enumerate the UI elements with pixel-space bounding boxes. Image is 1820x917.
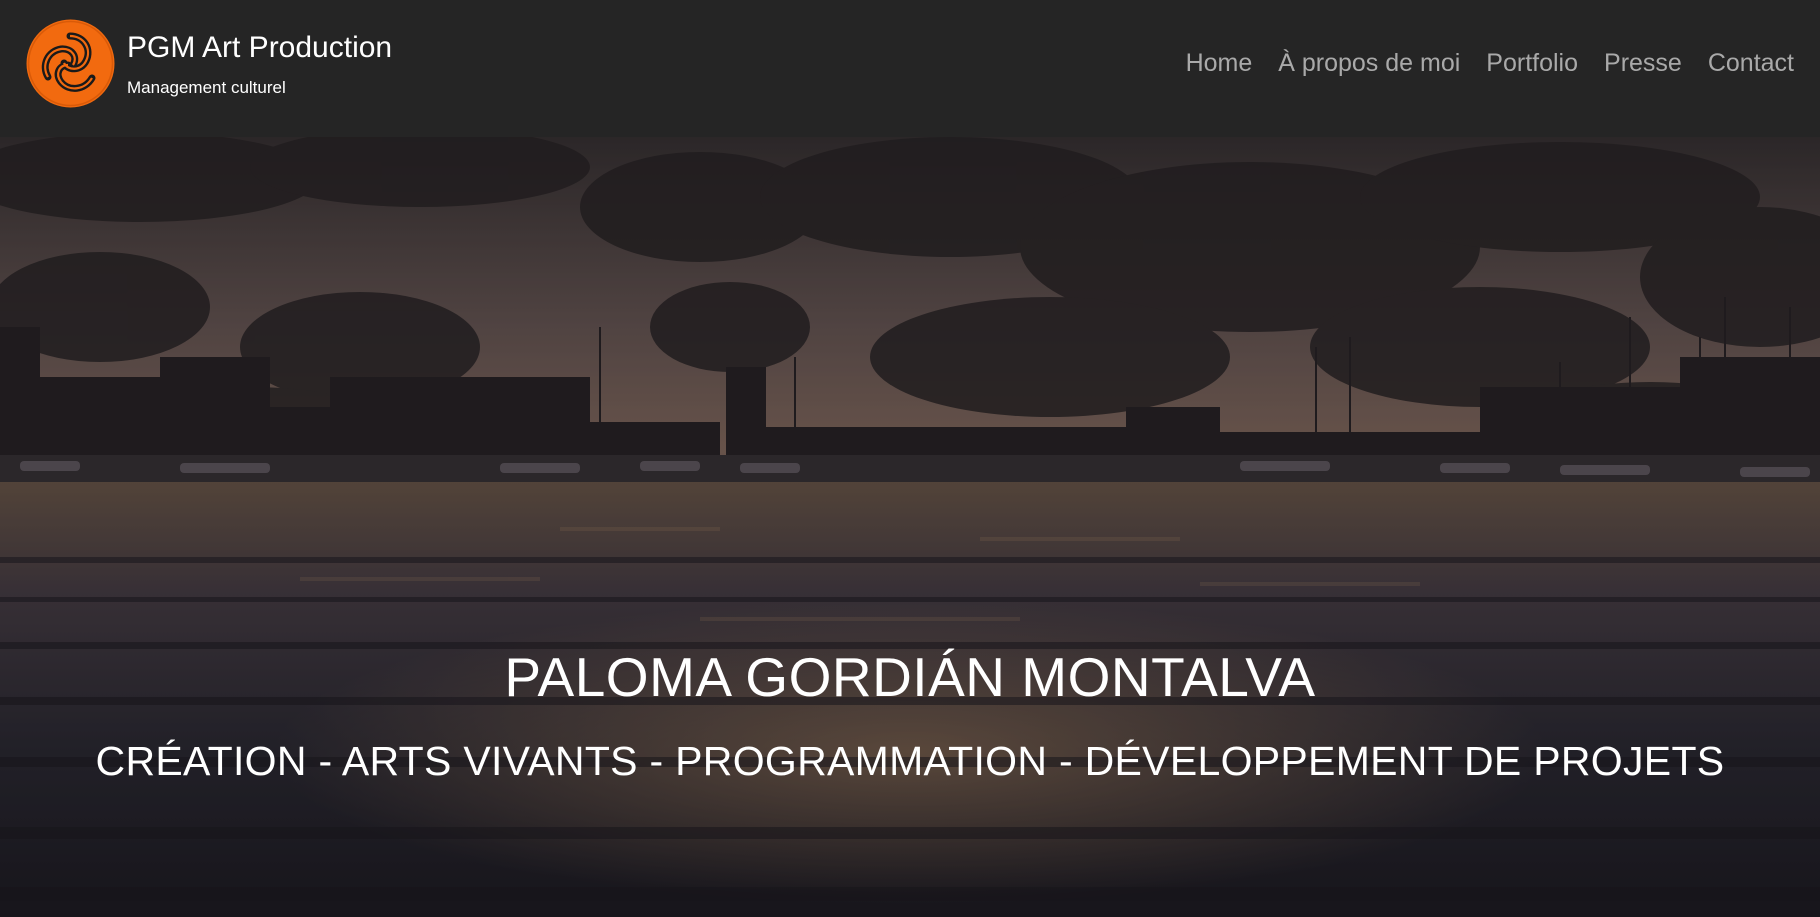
nav-item-press[interactable]: Presse (1604, 45, 1682, 81)
site-header: PGM Art Production Management culturel H… (0, 0, 1820, 137)
nav-item-about[interactable]: À propos de moi (1278, 45, 1460, 81)
nav-item-home[interactable]: Home (1186, 45, 1253, 81)
hero-subtitle: CRÉATION - ARTS VIVANTS - PROGRAMMATION … (95, 738, 1725, 784)
hero-title: PALOMA GORDIÁN MONTALVA (504, 646, 1316, 708)
site-tagline: Management culturel (127, 78, 286, 97)
nav-item-contact[interactable]: Contact (1708, 45, 1794, 81)
harbor-sunset-image (0, 137, 1820, 917)
pgm-knot-logo-icon[interactable] (26, 19, 115, 108)
site-title[interactable]: PGM Art Production (127, 30, 392, 66)
main-navigation: Home À propos de moi Portfolio Presse Co… (1186, 45, 1794, 81)
hero-banner: PALOMA GORDIÁN MONTALVA CRÉATION - ARTS … (0, 137, 1820, 917)
nav-item-portfolio[interactable]: Portfolio (1486, 45, 1578, 81)
